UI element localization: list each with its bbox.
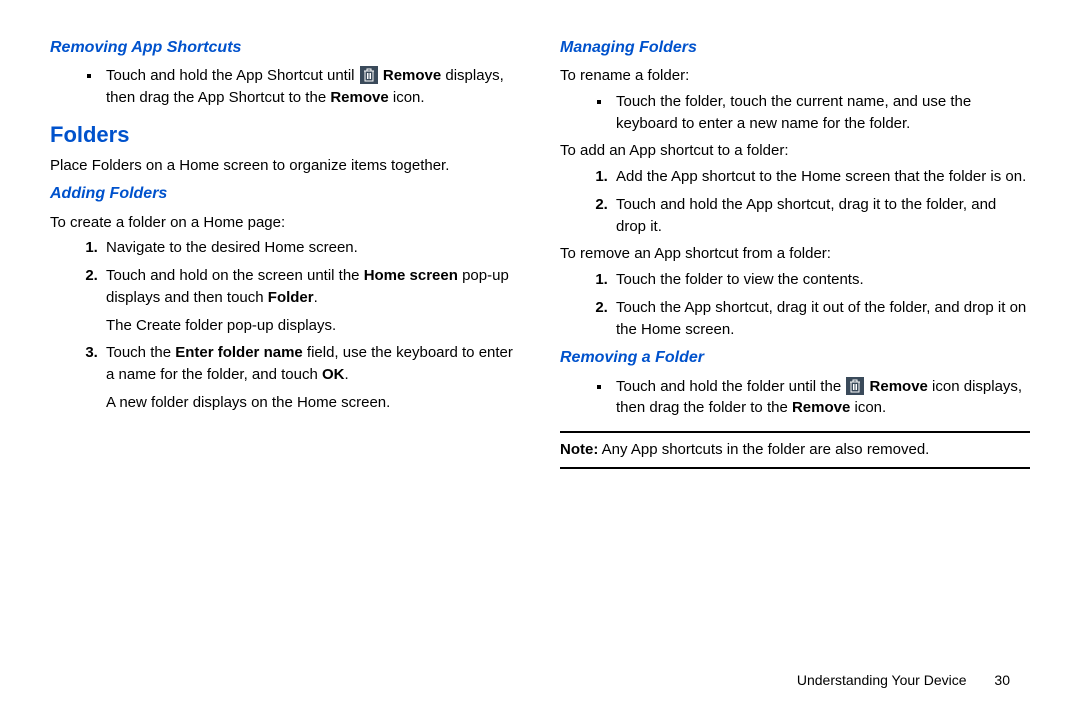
bold-text: OK	[322, 366, 345, 383]
follow-text: The Create folder pop-up displays.	[106, 315, 520, 337]
list-item: Touch and hold on the screen until the H…	[102, 265, 520, 336]
trash-icon	[846, 377, 864, 395]
page-footer: Understanding Your Device 30	[797, 670, 1010, 690]
note-block: Note: Any App shortcuts in the folder ar…	[560, 431, 1030, 469]
note-label: Note:	[560, 441, 598, 458]
list-item: Navigate to the desired Home screen.	[102, 237, 520, 259]
remove-label: Remove	[383, 67, 441, 84]
paragraph: Place Folders on a Home screen to organi…	[50, 155, 520, 177]
trash-icon	[360, 66, 378, 84]
note-text: Any App shortcuts in the folder are also…	[598, 441, 929, 458]
text: icon.	[389, 89, 425, 106]
list-item: Touch and hold the App shortcut, drag it…	[612, 194, 1030, 238]
follow-text: A new folder displays on the Home screen…	[106, 392, 520, 414]
paragraph: To create a folder on a Home page:	[50, 212, 520, 234]
footer-section: Understanding Your Device	[797, 672, 967, 688]
remove-label: Remove	[870, 378, 928, 395]
bold-text: Folder	[268, 289, 314, 306]
text: .	[314, 289, 318, 306]
left-column: Removing App Shortcuts Touch and hold th…	[50, 30, 520, 481]
remove-label: Remove	[330, 89, 388, 106]
subheading-removing-app-shortcuts: Removing App Shortcuts	[50, 36, 520, 59]
list-item: Touch the App shortcut, drag it out of t…	[612, 297, 1030, 341]
text: Touch and hold on the screen until the	[106, 267, 364, 284]
text: Touch and hold the App Shortcut until	[106, 67, 359, 84]
list-item: Touch the Enter folder name field, use t…	[102, 342, 520, 413]
bold-text: Enter folder name	[175, 344, 303, 361]
right-column: Managing Folders To rename a folder: Tou…	[560, 30, 1030, 481]
paragraph: To add an App shortcut to a folder:	[560, 140, 1030, 162]
text: .	[344, 366, 348, 383]
text: Touch and hold the folder until the	[616, 378, 845, 395]
list-item: Add the App shortcut to the Home screen …	[612, 166, 1030, 188]
subheading-adding-folders: Adding Folders	[50, 182, 520, 205]
section-heading-folders: Folders	[50, 119, 520, 151]
list-item: Touch the folder, touch the current name…	[612, 91, 1030, 135]
page-number: 30	[994, 672, 1010, 688]
text: Touch the	[106, 344, 175, 361]
paragraph: To remove an App shortcut from a folder:	[560, 243, 1030, 265]
remove-label: Remove	[792, 399, 850, 416]
text: icon.	[850, 399, 886, 416]
bold-text: Home screen	[364, 267, 458, 284]
paragraph: To rename a folder:	[560, 65, 1030, 87]
list-item: Touch the folder to view the contents.	[612, 269, 1030, 291]
subheading-managing-folders: Managing Folders	[560, 36, 1030, 59]
subheading-removing-a-folder: Removing a Folder	[560, 346, 1030, 369]
list-item: Touch and hold the folder until the Remo…	[612, 376, 1030, 420]
list-item: Touch and hold the App Shortcut until Re…	[102, 65, 520, 109]
